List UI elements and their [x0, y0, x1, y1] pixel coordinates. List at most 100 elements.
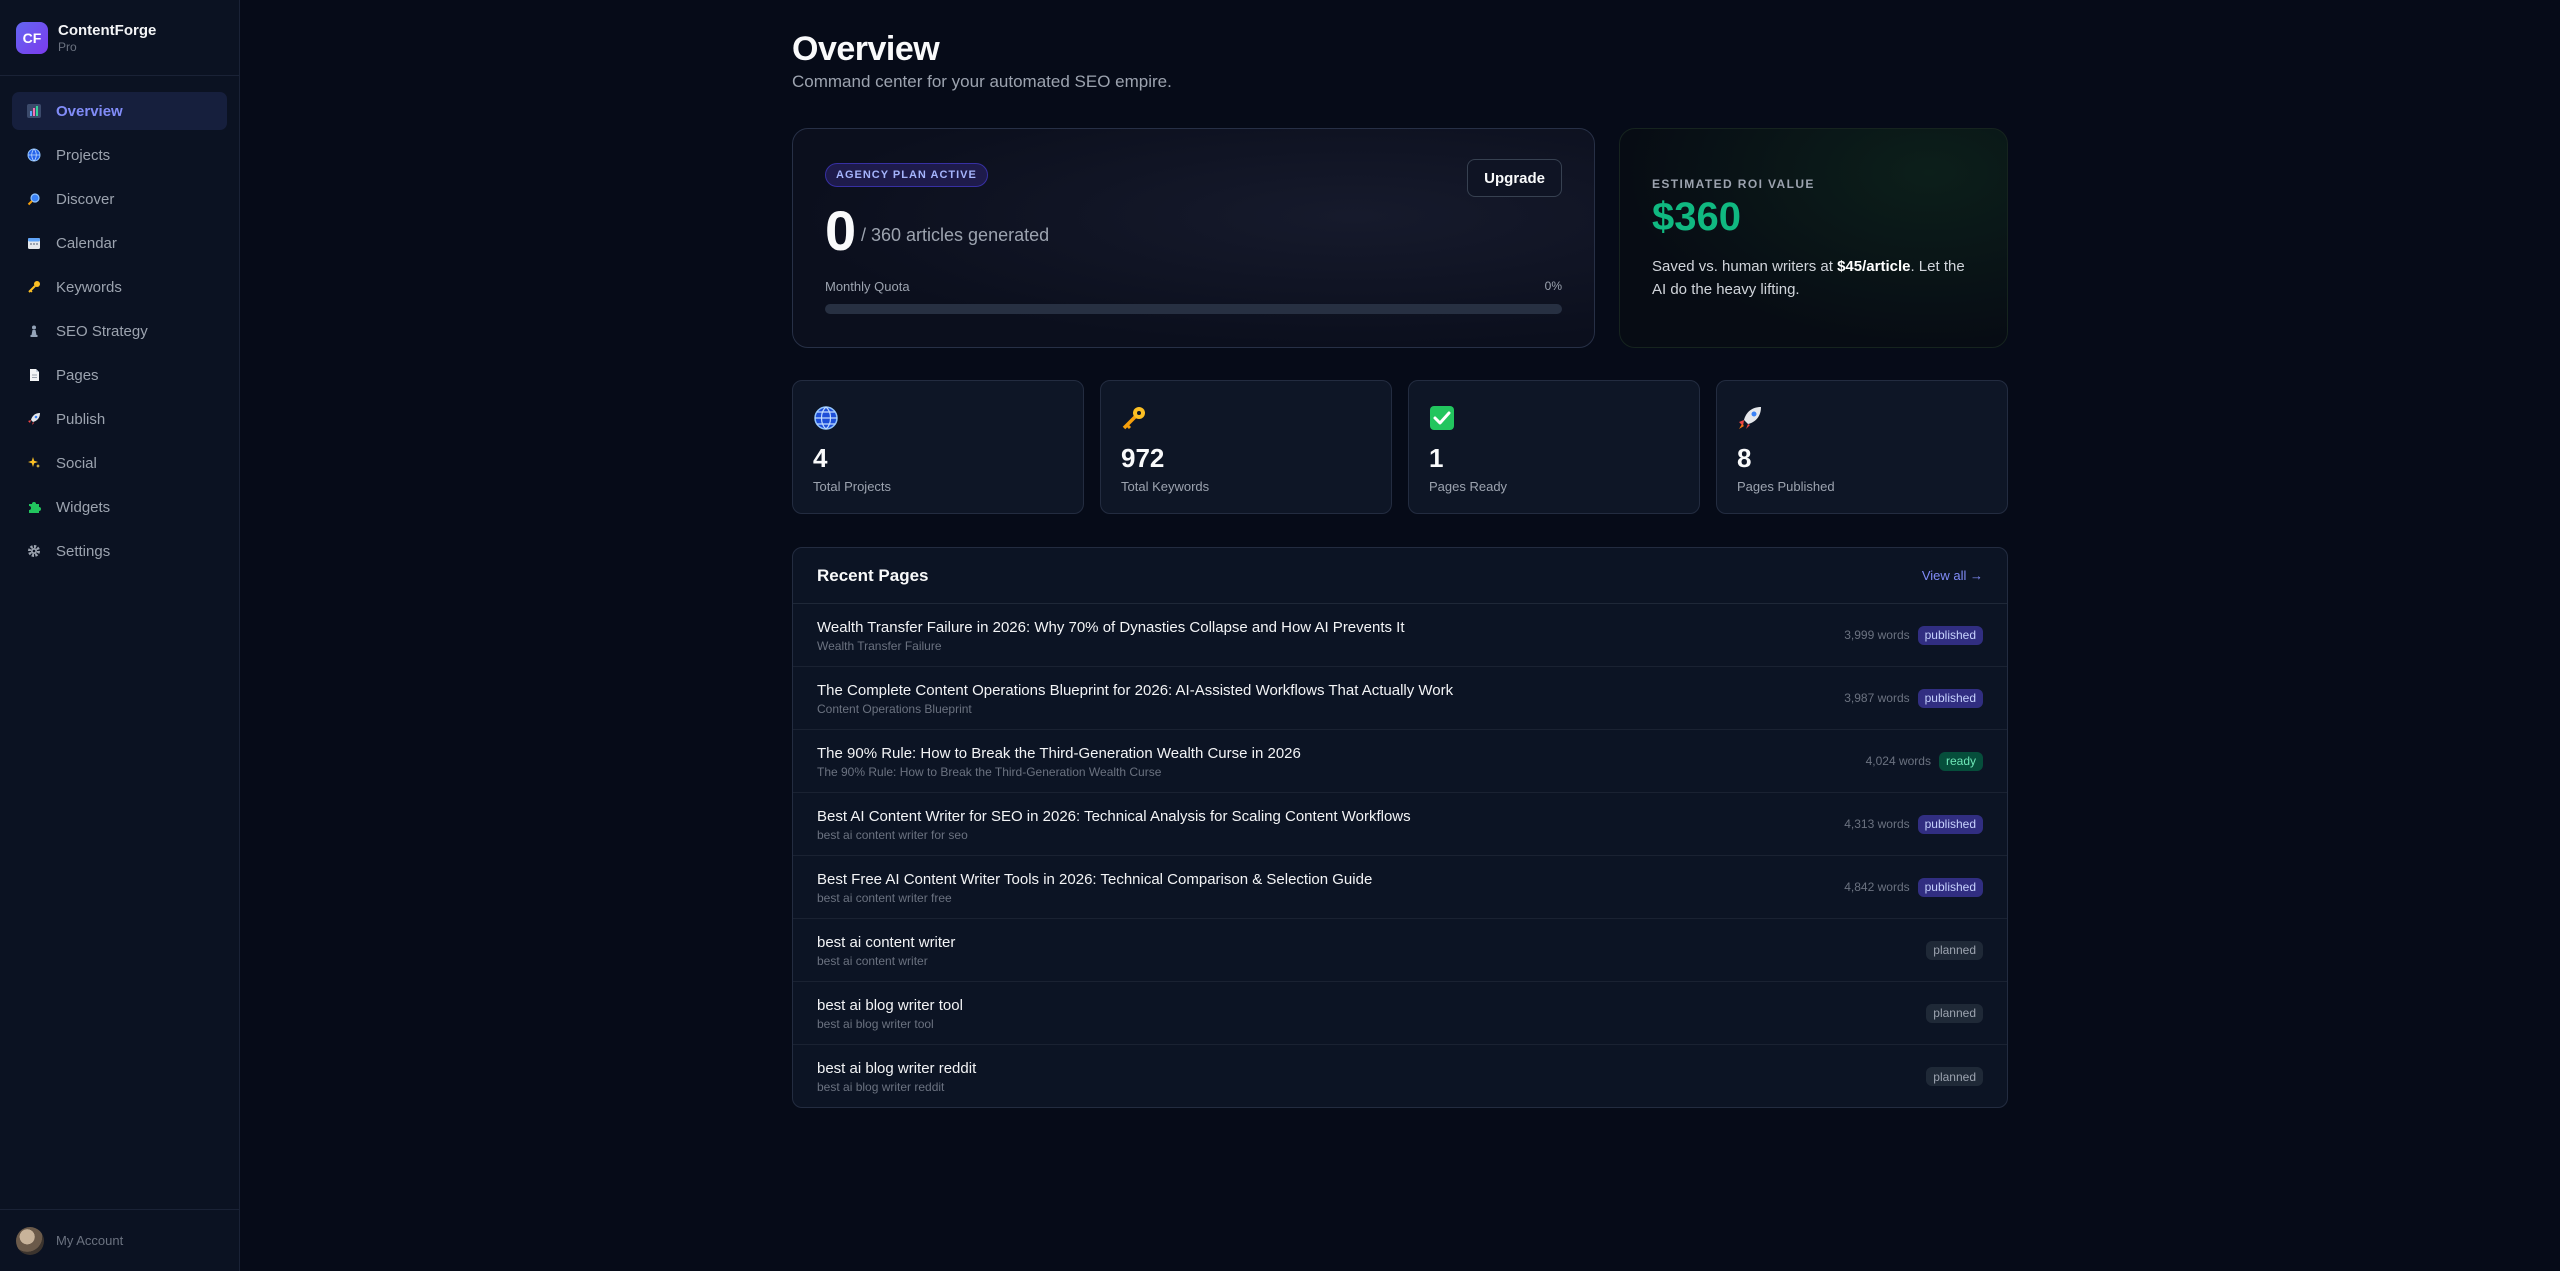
sidebar-item-social[interactable]: Social — [12, 444, 227, 482]
sidebar-item-label: Widgets — [56, 498, 111, 516]
table-row[interactable]: Wealth Transfer Failure in 2026: Why 70%… — [793, 604, 2007, 667]
stat-label: Pages Ready — [1429, 479, 1508, 494]
key-icon — [26, 279, 42, 295]
table-row[interactable]: Best Free AI Content Writer Tools in 202… — [793, 856, 2007, 919]
magnifier-icon — [26, 191, 42, 207]
page-keyword-text: best ai content writer free — [817, 890, 952, 905]
sidebar-item-label: Projects — [56, 146, 111, 164]
table-row[interactable]: best ai content writer best ai content w… — [793, 919, 2007, 982]
word-count: 4,024 words — [1865, 754, 1931, 768]
recent-pages-list: Wealth Transfer Failure in 2026: Why 70%… — [793, 604, 2007, 1107]
recent-pages-header: Recent Pages View all → — [793, 548, 2007, 604]
page-title-text: The 90% Rule: How to Break the Third-Gen… — [817, 744, 1301, 762]
status-badge: published — [1917, 814, 1983, 834]
recent-pages-title: Recent Pages — [817, 565, 929, 585]
page-title-text: The Complete Content Operations Blueprin… — [817, 681, 1454, 699]
table-row[interactable]: Best AI Content Writer for SEO in 2026: … — [793, 793, 2007, 856]
stat-value: 1 — [1429, 443, 1444, 473]
stat-total-projects: 4 Total Projects — [792, 380, 1084, 514]
page-title-text: best ai blog writer reddit — [817, 1060, 977, 1077]
globe-icon — [813, 405, 839, 431]
table-row[interactable]: The 90% Rule: How to Break the Third-Gen… — [793, 730, 2007, 793]
stat-label: Pages Published — [1737, 479, 1835, 494]
recent-pages-panel: Recent Pages View all → Wealth Transfer … — [792, 547, 2008, 1108]
page-keyword-text: The 90% Rule: How to Break the Third-Gen… — [817, 764, 1162, 779]
status-badge: planned — [1926, 1067, 1983, 1086]
avatar — [16, 1226, 44, 1255]
page-keyword-text: best ai blog writer tool — [817, 1016, 934, 1031]
my-account-button[interactable]: My Account — [0, 1209, 239, 1271]
sidebar-item-settings[interactable]: Settings — [12, 532, 227, 570]
bar-chart-icon — [26, 103, 42, 119]
quota-progress-bar — [825, 304, 1562, 314]
plan-badge: AGENCY PLAN ACTIVE — [825, 163, 988, 187]
table-row[interactable]: best ai blog writer reddit best ai blog … — [793, 1045, 2007, 1107]
brand-logo: CF — [16, 21, 48, 54]
roi-card: ESTIMATED ROI VALUE $360 Saved vs. human… — [1619, 128, 2008, 348]
sidebar-item-overview[interactable]: Overview — [12, 92, 227, 130]
sparkles-icon — [26, 455, 42, 471]
sidebar-item-pages[interactable]: Pages — [12, 356, 227, 394]
stat-label: Total Keywords — [1121, 479, 1210, 494]
upgrade-button[interactable]: Upgrade — [1467, 159, 1562, 197]
stat-value: 4 — [813, 443, 828, 473]
sidebar-item-label: Settings — [56, 542, 111, 560]
page-title-text: Wealth Transfer Failure in 2026: Why 70%… — [817, 618, 1405, 636]
page-keyword-text: best ai content writer for seo — [817, 827, 968, 842]
sidebar-item-widgets[interactable]: Widgets — [12, 488, 227, 526]
page-title-text: best ai blog writer tool — [817, 996, 963, 1014]
sidebar-item-label: Pages — [56, 366, 99, 384]
rocket-icon — [1737, 405, 1763, 431]
page-subtitle: Command center for your automated SEO em… — [792, 72, 1172, 91]
status-badge: planned — [1926, 1003, 1983, 1023]
status-badge: published — [1917, 625, 1983, 645]
sidebar: CF ContentForge Pro Overview Projects Di… — [0, 0, 240, 1271]
page-title: Overview — [792, 30, 940, 68]
sidebar-item-seo-strategy[interactable]: SEO Strategy — [12, 312, 227, 350]
page-title-text: Best Free AI Content Writer Tools in 202… — [817, 870, 1373, 888]
page-title-text: best ai content writer — [817, 933, 956, 951]
sidebar-item-label: Discover — [56, 190, 115, 208]
status-badge: ready — [1938, 751, 1983, 771]
puzzle-icon — [26, 499, 42, 515]
sidebar-item-label: Overview — [56, 102, 123, 120]
table-row[interactable]: The Complete Content Operations Blueprin… — [793, 667, 2007, 730]
stat-value: 972 — [1121, 443, 1165, 473]
calendar-icon — [26, 235, 42, 251]
roi-desc-text: Saved vs. human writers at — [1652, 258, 1838, 275]
table-row[interactable]: best ai blog writer tool best ai blog wr… — [793, 982, 2007, 1045]
key-icon — [1121, 405, 1147, 431]
stat-total-keywords: 972 Total Keywords — [1100, 380, 1392, 514]
sidebar-item-calendar[interactable]: Calendar — [12, 224, 227, 262]
account-label: My Account — [56, 1233, 124, 1248]
quota-percent: 0% — [1544, 279, 1562, 293]
page-keyword-text: Content Operations Blueprint — [817, 701, 972, 716]
sidebar-item-discover[interactable]: Discover — [12, 180, 227, 218]
quota-label: Monthly Quota — [825, 279, 910, 294]
sidebar-nav: Overview Projects Discover Calendar Keyw… — [0, 76, 239, 570]
articles-limit-text: / 360 articles generated — [861, 225, 1050, 245]
view-all-link[interactable]: View all → — [1922, 568, 1983, 583]
sidebar-item-label: SEO Strategy — [56, 322, 148, 340]
stat-pages-published: 8 Pages Published — [1716, 380, 2008, 514]
brand-name: ContentForge — [58, 21, 157, 39]
sidebar-item-label: Publish — [56, 410, 106, 428]
page-keyword-text: best ai content writer — [817, 953, 928, 968]
word-count: 4,313 words — [1844, 817, 1910, 831]
check-box-icon — [1429, 405, 1455, 431]
page-icon — [26, 367, 42, 383]
brand[interactable]: CF ContentForge Pro — [0, 0, 239, 76]
plan-card: AGENCY PLAN ACTIVE Upgrade 0 / 360 artic… — [792, 128, 1595, 348]
status-badge: published — [1917, 877, 1983, 897]
rocket-icon — [26, 411, 42, 427]
sidebar-item-publish[interactable]: Publish — [12, 400, 227, 438]
roi-description: Saved vs. human writers at $45/article. … — [1652, 255, 1982, 301]
stat-value: 8 — [1737, 443, 1752, 473]
word-count: 3,999 words — [1844, 628, 1910, 642]
chess-pawn-icon — [26, 323, 42, 339]
articles-generated-count: 0 — [825, 199, 857, 262]
sidebar-item-keywords[interactable]: Keywords — [12, 268, 227, 306]
sidebar-item-label: Social — [56, 454, 97, 472]
roi-rate: $45/article — [1837, 258, 1911, 275]
sidebar-item-projects[interactable]: Projects — [12, 136, 227, 174]
